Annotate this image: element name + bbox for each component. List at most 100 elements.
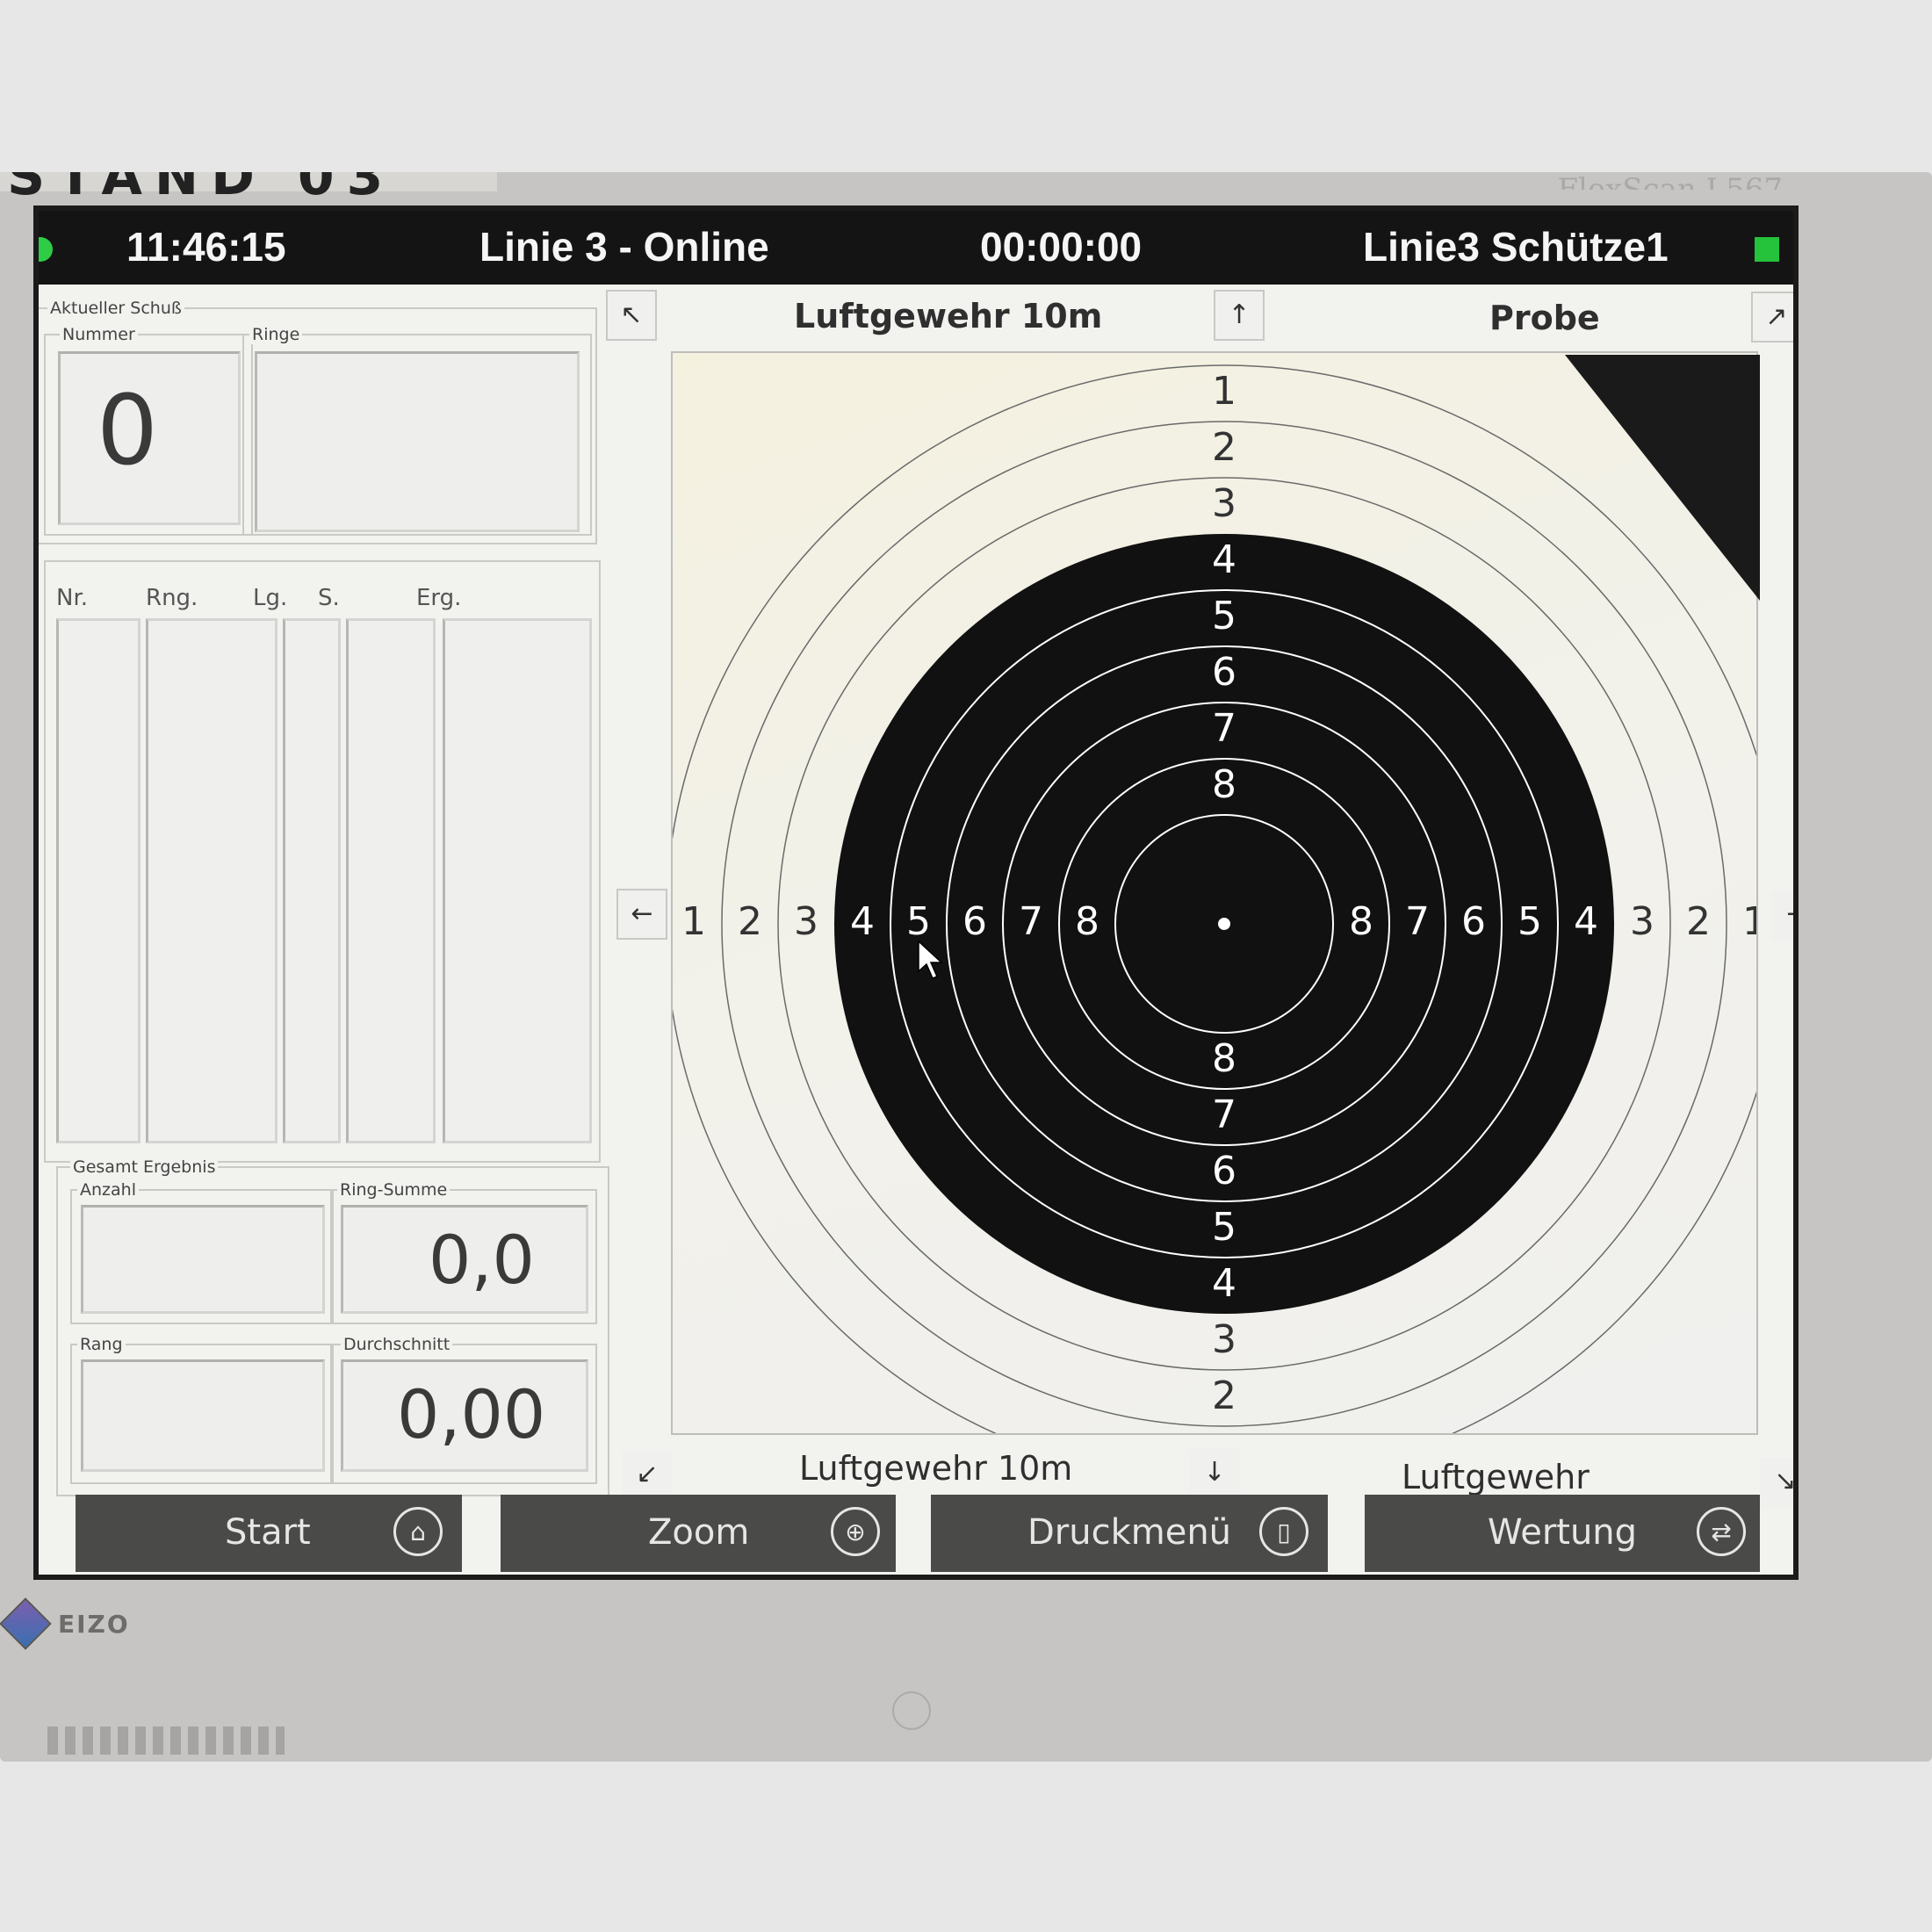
shot-number-value: 0 <box>97 374 158 487</box>
rings-field <box>255 351 580 532</box>
ring-label-top-4: 4 <box>1212 537 1236 582</box>
ring-label-top-3: 3 <box>1212 481 1236 526</box>
col-head-erg: Erg. <box>416 585 462 611</box>
total-result-label: Gesamt Ergebnis <box>70 1157 219 1177</box>
nav-left-button[interactable]: ← <box>616 889 667 940</box>
zoom-button-label: Zoom <box>648 1512 750 1553</box>
ring-label-right-4: 4 <box>1574 899 1598 944</box>
current-shot-label: Aktueller Schuß <box>47 299 184 318</box>
online-indicator-icon <box>39 237 53 262</box>
arrow-down-left-icon: ↙ <box>636 1459 659 1489</box>
monitor-model-label: FlexScan L567 <box>1557 172 1783 190</box>
shot-number-label: Nummer <box>60 325 138 344</box>
count-field <box>81 1205 325 1314</box>
ring-label-right-8: 8 <box>1349 899 1373 944</box>
ring-label-bottom-1: 1 <box>1212 1430 1236 1435</box>
count-label: Anzahl <box>77 1180 139 1200</box>
col-head-nr: Nr. <box>56 585 89 611</box>
nav-up-left-button[interactable]: ↖ <box>606 290 657 341</box>
ring-label-left-6: 6 <box>962 899 987 944</box>
print-menu-button[interactable]: Druckmenü ▯ <box>931 1495 1328 1572</box>
eizo-logo-icon <box>0 1597 52 1650</box>
monitor-logo: EIZO <box>0 1597 130 1650</box>
ring-label-bottom-4: 4 <box>1212 1261 1236 1306</box>
ring-label-top-8: 8 <box>1212 762 1236 807</box>
stand-sticker: STAND 03 <box>0 172 497 207</box>
speaker-grille <box>47 1727 285 1755</box>
nav-up-button[interactable]: ↑ <box>1214 290 1265 341</box>
status-indicator-icon <box>1755 237 1779 262</box>
screen: 11:46:15 Linie 3 - Online 00:00:00 Linie… <box>33 205 1799 1580</box>
ring-label-left-5: 5 <box>906 899 931 944</box>
ring-label-right-7: 7 <box>1405 899 1430 944</box>
col-erg <box>443 618 592 1143</box>
average-label: Durchschnitt <box>341 1335 453 1354</box>
status-bar: 11:46:15 Linie 3 - Online 00:00:00 Linie… <box>39 211 1793 285</box>
target-face[interactable]: 12345678876543211234567887654321 <box>673 353 1758 1435</box>
zoom-button[interactable]: Zoom ⊕ <box>501 1495 896 1572</box>
arrow-up-right-icon: ↗ <box>1765 301 1788 332</box>
arrow-down-icon: ↓ <box>1203 1457 1226 1488</box>
nav-up-right-button[interactable]: ↗ <box>1751 292 1793 342</box>
zoom-in-icon: ⊕ <box>831 1507 880 1556</box>
arrow-down-right-icon: ↘ <box>1774 1466 1797 1496</box>
nav-right-button[interactable]: → <box>1772 890 1793 941</box>
ring-label-left-4: 4 <box>850 899 875 944</box>
clock: 11:46:15 <box>126 224 286 270</box>
col-s <box>346 618 436 1143</box>
col-head-s: S. <box>318 585 340 611</box>
document-icon: ▯ <box>1259 1507 1308 1556</box>
ring-label-bottom-3: 3 <box>1212 1317 1236 1362</box>
ring-label-right-1: 1 <box>1742 899 1758 944</box>
ring-label-bottom-6: 6 <box>1212 1149 1236 1193</box>
elapsed-timer: 00:00:00 <box>980 224 1143 270</box>
ring-label-left-7: 7 <box>1019 899 1043 944</box>
rank-field <box>81 1359 325 1472</box>
ring-label-right-5: 5 <box>1517 899 1542 944</box>
ring-label-bottom-2: 2 <box>1212 1373 1236 1418</box>
header-mode: Probe <box>1489 299 1600 337</box>
ring-label-top-1: 1 <box>1212 369 1236 414</box>
ring-label-top-5: 5 <box>1212 594 1236 638</box>
col-head-rng: Rng. <box>146 585 198 611</box>
ring-label-right-6: 6 <box>1461 899 1486 944</box>
footer-category: Luftgewehr <box>1402 1458 1590 1496</box>
header-discipline: Luftgewehr 10m <box>794 297 1103 335</box>
col-nr <box>56 618 141 1143</box>
arrow-up-icon: ↑ <box>1228 299 1251 330</box>
rank-label: Rang <box>77 1335 126 1354</box>
ring-label-bottom-7: 7 <box>1212 1092 1236 1137</box>
ring-sum-label: Ring-Summe <box>337 1180 451 1200</box>
nav-down-right-button[interactable]: ↘ <box>1760 1458 1797 1509</box>
ring-label-top-6: 6 <box>1212 650 1236 695</box>
ring-label-top-2: 2 <box>1212 425 1236 470</box>
ring-10-dot <box>1218 918 1230 930</box>
arrow-up-left-icon: ↖ <box>620 299 643 330</box>
ring-label-left-3: 3 <box>794 899 818 944</box>
ring-label-bottom-8: 8 <box>1212 1036 1236 1081</box>
score-button-label: Wertung <box>1488 1512 1638 1553</box>
start-button[interactable]: Start ⌂ <box>76 1495 462 1572</box>
power-button[interactable] <box>892 1691 931 1730</box>
line-status: Linie 3 - Online <box>479 224 769 270</box>
start-button-label: Start <box>225 1512 311 1553</box>
col-lg <box>283 618 341 1143</box>
footer-discipline: Luftgewehr 10m <box>799 1449 1073 1488</box>
ring-label-left-2: 2 <box>738 899 762 944</box>
target-panel[interactable]: 12345678876543211234567887654321 <box>671 351 1758 1435</box>
ring-label-top-7: 7 <box>1212 706 1236 751</box>
print-menu-button-label: Druckmenü <box>1027 1512 1232 1553</box>
ring-label-right-3: 3 <box>1630 899 1654 944</box>
ring-label-bottom-5: 5 <box>1212 1205 1236 1250</box>
ring-label-right-2: 2 <box>1686 899 1711 944</box>
shooter-name: Linie3 Schütze1 <box>1363 224 1669 270</box>
score-button[interactable]: Wertung ⇄ <box>1365 1495 1760 1572</box>
arrow-right-icon: → <box>1786 898 1793 929</box>
ring-label-left-8: 8 <box>1075 899 1099 944</box>
swap-icon: ⇄ <box>1697 1507 1746 1556</box>
home-icon: ⌂ <box>393 1507 443 1556</box>
ring-sum-value: 0,0 <box>429 1221 535 1299</box>
col-head-lg: Lg. <box>253 585 288 611</box>
ring-label-left-1: 1 <box>681 899 706 944</box>
nav-down-button[interactable]: ↓ <box>1189 1449 1240 1500</box>
